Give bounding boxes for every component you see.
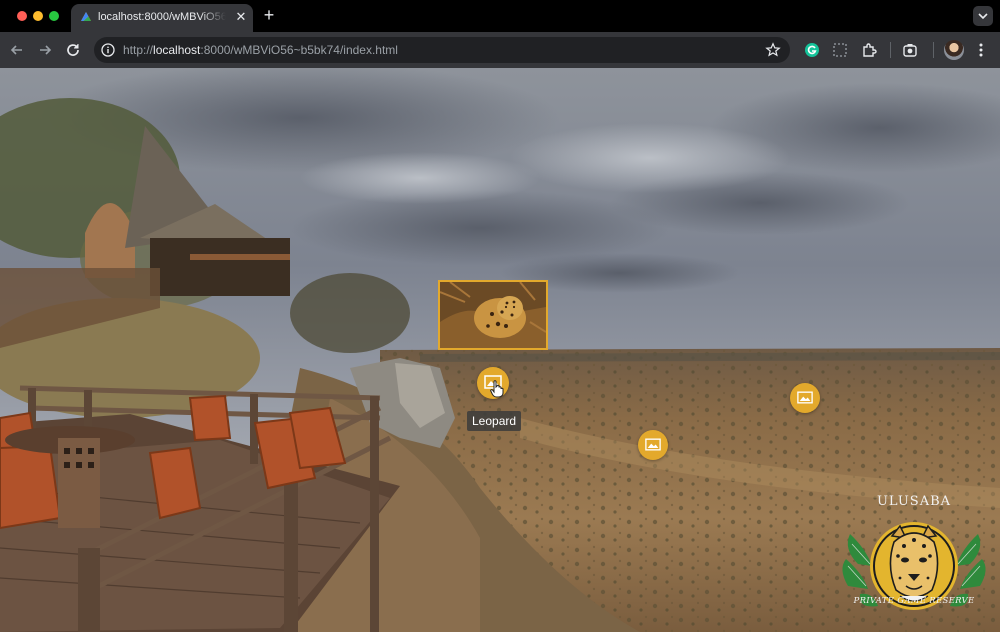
favicon-icon: [81, 12, 91, 21]
url-text[interactable]: http://localhost:8000/wMBViO56~b5bk74/in…: [123, 43, 398, 57]
leopard-image: [440, 282, 546, 348]
site-info-icon[interactable]: [100, 42, 116, 58]
more-menu-icon[interactable]: [976, 42, 986, 58]
extensions-puzzle-icon[interactable]: [860, 41, 878, 59]
tab-strip: localhost:8000/wMBViO56~b5bk74/index.htm…: [0, 0, 1000, 32]
bookmark-star-icon[interactable]: [765, 42, 781, 58]
screen-capture-extension-icon[interactable]: [831, 41, 849, 59]
hand-pointer-cursor-icon: [490, 380, 504, 398]
tab-title: localhost:8000/wMBViO56~b5bk74/index.htm…: [98, 11, 226, 23]
new-tab-button[interactable]: +: [259, 5, 279, 25]
toolbar-divider: [933, 42, 934, 58]
ulusaba-logo: ULUSABA PRIVATE GAME RESERVE: [838, 494, 990, 628]
camera-capture-icon[interactable]: [901, 41, 919, 59]
close-tab-icon[interactable]: ✕: [234, 8, 248, 26]
leopard-emblem-icon: [842, 522, 986, 610]
address-bar[interactable]: http://localhost:8000/wMBViO56~b5bk74/in…: [94, 37, 790, 63]
hotspot-tooltip: Leopard: [467, 411, 522, 431]
panorama-viewer[interactable]: Leopard ULUSABA PRIVATE GAME RESERVE: [0, 68, 1000, 632]
browser-toolbar: http://localhost:8000/wMBViO56~b5bk74/in…: [0, 32, 1000, 68]
tab-search-button[interactable]: [973, 6, 993, 26]
back-arrow-icon[interactable]: [7, 40, 27, 60]
image-icon: [797, 391, 813, 404]
leopard-preview-thumbnail[interactable]: [438, 280, 548, 350]
forward-arrow-icon[interactable]: [35, 40, 55, 60]
chevron-down-icon: [978, 13, 988, 20]
hotspot-image-button[interactable]: [790, 383, 820, 413]
toolbar-divider: [890, 42, 891, 58]
logo-name: ULUSABA: [876, 494, 952, 509]
reload-icon[interactable]: [63, 40, 83, 60]
active-tab[interactable]: localhost:8000/wMBViO56~b5bk74/index.htm…: [71, 4, 253, 32]
grammarly-extension-icon[interactable]: [803, 41, 821, 59]
maximize-window-button[interactable]: [49, 11, 59, 21]
profile-avatar[interactable]: [944, 40, 964, 60]
minimize-window-button[interactable]: [33, 11, 43, 21]
logo-tagline: PRIVATE GAME RESERVE: [853, 596, 975, 606]
hotspot-image-button[interactable]: [638, 430, 668, 460]
close-window-button[interactable]: [17, 11, 27, 21]
image-icon: [645, 438, 661, 451]
